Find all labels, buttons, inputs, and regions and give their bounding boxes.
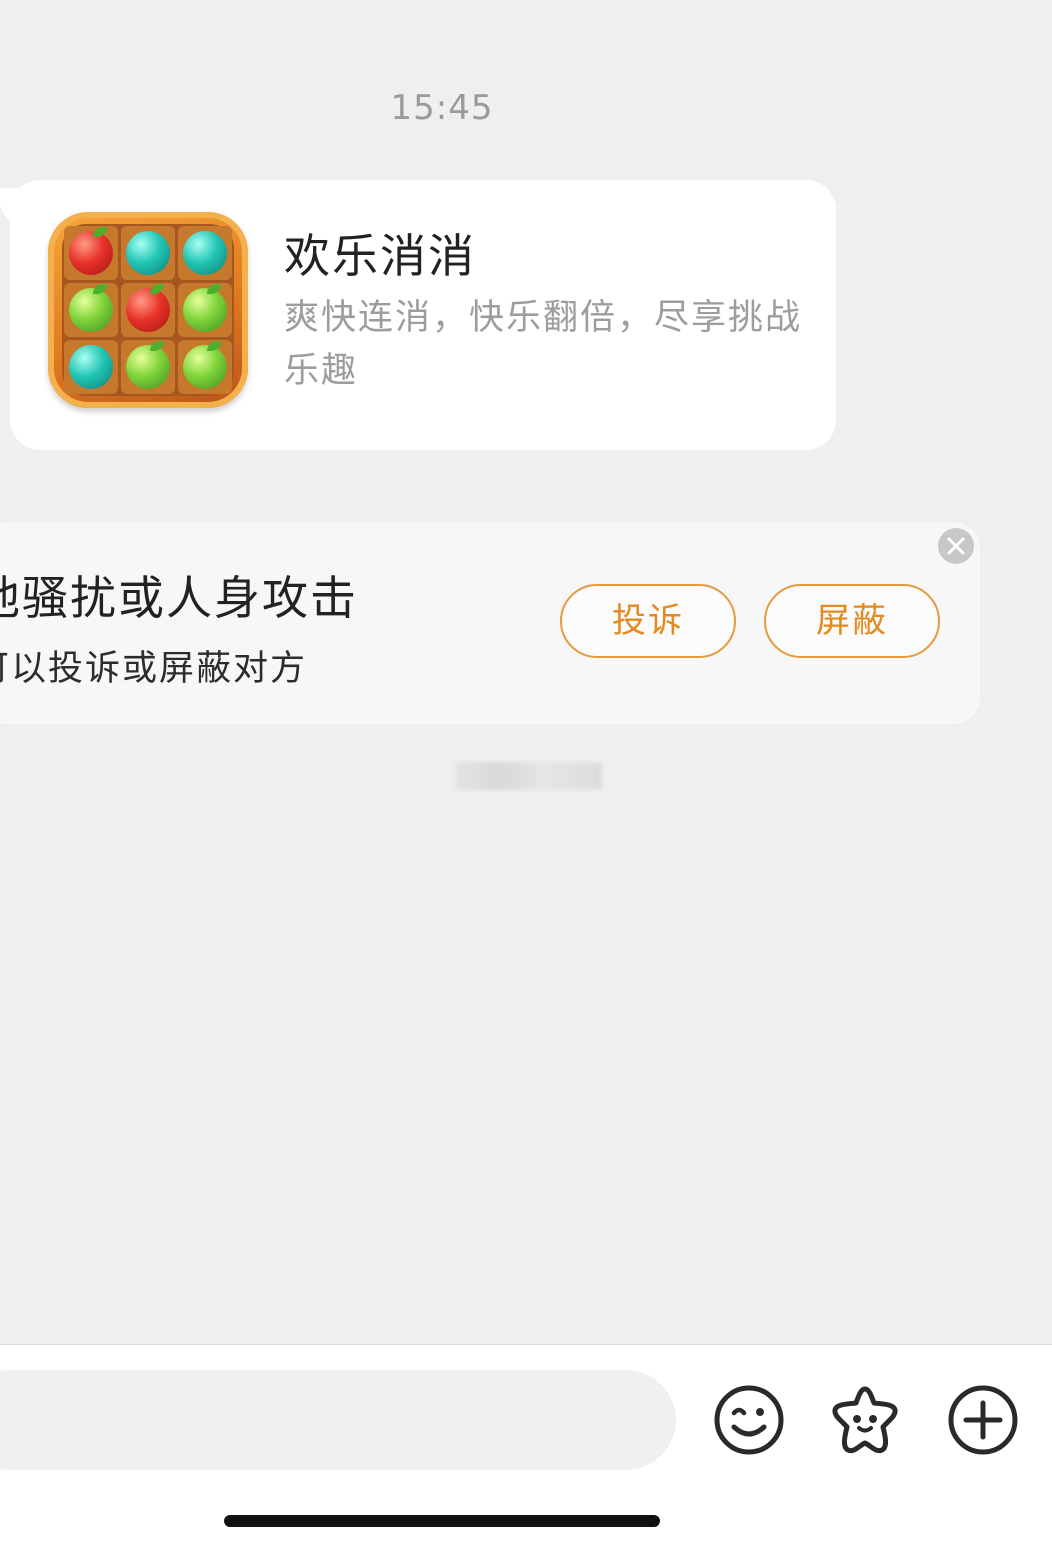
board-cell	[121, 226, 175, 280]
teal-gem	[69, 345, 113, 389]
game-description: 爽快连消，快乐翻倍，尽享挑战乐趣	[284, 298, 803, 391]
board-cell	[178, 226, 232, 280]
plus-circle-icon[interactable]	[946, 1383, 1020, 1457]
apple-gem	[69, 227, 113, 275]
fruit-match-game-icon	[48, 212, 248, 408]
board-cell	[178, 340, 232, 394]
teal-gem	[183, 231, 227, 275]
board-cell	[64, 226, 118, 280]
notice-text-area: 他骚扰或人身攻击 可以投诉或屏蔽对方	[0, 522, 520, 724]
game-board	[62, 224, 234, 396]
green-apple-gem	[183, 341, 227, 389]
board-cell	[64, 340, 118, 394]
teal-gem	[126, 231, 170, 275]
board-cell	[121, 283, 175, 337]
complain-button[interactable]: 投诉	[560, 584, 736, 658]
safety-notice: 他骚扰或人身攻击 可以投诉或屏蔽对方 投诉 屏蔽	[0, 522, 980, 724]
game-share-card[interactable]: 欢乐消消 爽快连消，快乐翻倍，尽享挑战乐趣	[10, 180, 836, 450]
block-button[interactable]: 屏蔽	[764, 584, 940, 658]
board-cell	[64, 283, 118, 337]
green-apple-gem	[183, 284, 227, 332]
blurred-message	[456, 762, 602, 790]
board-cell	[178, 283, 232, 337]
close-icon[interactable]	[938, 528, 974, 564]
notice-line-1: 他骚扰或人身攻击	[0, 571, 358, 625]
emoji-face-icon[interactable]	[712, 1383, 786, 1457]
home-indicator[interactable]	[224, 1515, 660, 1527]
message-input[interactable]	[0, 1370, 676, 1470]
apple-gem	[126, 284, 170, 332]
timestamp: 15:45	[390, 88, 494, 128]
green-apple-gem	[69, 284, 113, 332]
star-sticker-icon[interactable]	[828, 1383, 902, 1457]
green-apple-gem	[126, 341, 170, 389]
notice-line-2: 可以投诉或屏蔽对方	[0, 649, 308, 689]
board-cell	[121, 340, 175, 394]
chat-input-bar	[0, 1344, 1052, 1544]
game-title: 欢乐消消	[284, 229, 476, 283]
